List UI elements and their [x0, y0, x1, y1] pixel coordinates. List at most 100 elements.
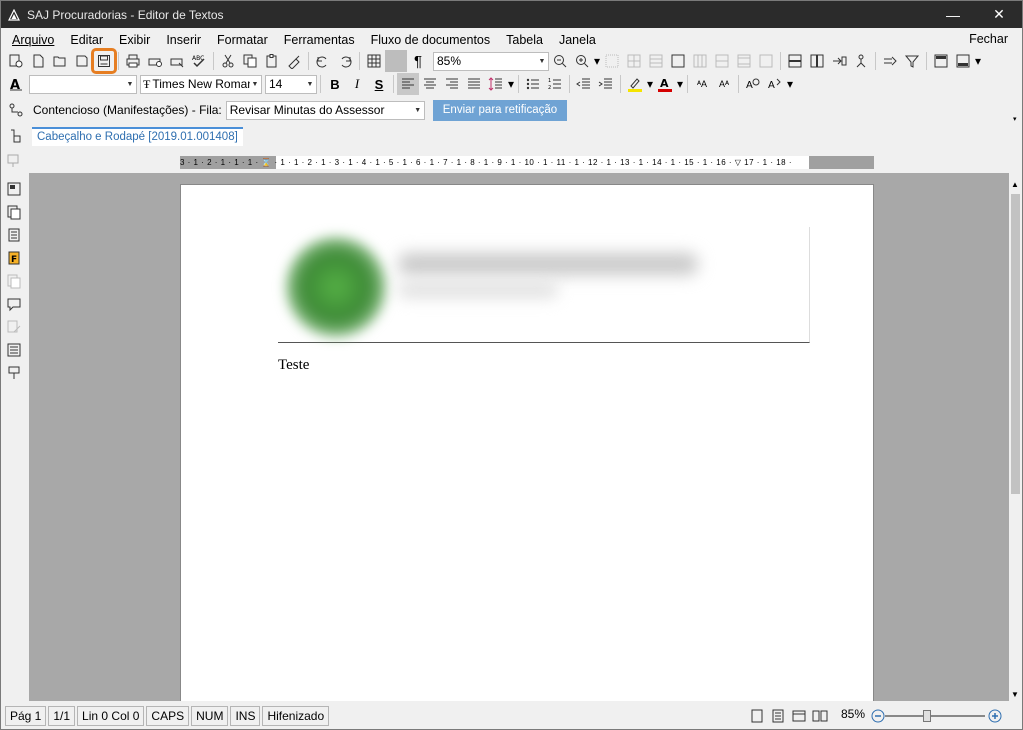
align-left-icon[interactable]	[397, 73, 419, 95]
forward-icon[interactable]	[879, 50, 901, 72]
zoom-options-icon[interactable]: ▾	[593, 50, 601, 72]
bullet-list-icon[interactable]	[522, 73, 544, 95]
style-icon[interactable]: A	[5, 73, 27, 95]
align-center-icon[interactable]	[419, 73, 441, 95]
view-two-pages-icon[interactable]	[809, 705, 831, 727]
header-footer-icon[interactable]	[930, 50, 952, 72]
open-folder-icon[interactable]	[49, 50, 71, 72]
insert-field-icon[interactable]	[828, 50, 850, 72]
document-page[interactable]: Teste	[180, 184, 874, 701]
zoom-out-icon[interactable]	[549, 50, 571, 72]
zoom-in-button[interactable]	[984, 705, 1006, 727]
close-window-button[interactable]: ✕	[976, 1, 1022, 28]
new-from-template-icon[interactable]	[5, 50, 27, 72]
increase-indent-icon[interactable]	[595, 73, 617, 95]
text-document-icon[interactable]	[3, 224, 25, 246]
font-size-combo[interactable]: 14 ▼	[265, 74, 317, 94]
decrease-indent-icon[interactable]	[573, 73, 595, 95]
menu-arquivo[interactable]: Arquivo	[1, 33, 62, 47]
redo-icon[interactable]	[334, 50, 356, 72]
font-color-icon[interactable]: A	[654, 73, 676, 95]
grow-font-icon[interactable]: Aᴬ	[713, 73, 735, 95]
font-combo[interactable]: Ŧ Times New Roman ▼	[140, 74, 262, 94]
spell-check-icon[interactable]: ABC	[188, 50, 210, 72]
save-button[interactable]	[91, 48, 117, 74]
page-header[interactable]	[278, 227, 810, 343]
table-split-icon[interactable]	[733, 50, 755, 72]
table-merge-icon[interactable]	[711, 50, 733, 72]
menu-ferramentas[interactable]: Ferramentas	[276, 33, 363, 47]
highlight-color-icon[interactable]	[624, 73, 646, 95]
menu-inserir[interactable]: Inserir	[158, 33, 209, 47]
replace-icon[interactable]: A	[764, 73, 786, 95]
tab-header-footer[interactable]: Cabeçalho e Rodapé [2019.01.001408]	[32, 127, 243, 146]
bold-button[interactable]: B	[324, 73, 346, 95]
undo-icon[interactable]	[312, 50, 334, 72]
menu-editar[interactable]: Editar	[62, 33, 111, 47]
open-icon[interactable]	[71, 50, 93, 72]
menu-janela[interactable]: Janela	[551, 33, 604, 47]
copies-icon[interactable]	[3, 270, 25, 292]
table-border-icon[interactable]	[667, 50, 689, 72]
menu-formatar[interactable]: Formatar	[209, 33, 276, 47]
horizontal-ruler[interactable]: 3 · 1 · 2 · 1 · 1 · 1 · ⌛ · 1 · 1 · 2 · …	[29, 153, 1009, 173]
numbered-list-icon[interactable]: 12	[544, 73, 566, 95]
view-web-icon[interactable]	[788, 705, 810, 727]
split-vertical-icon[interactable]	[806, 50, 828, 72]
menu-fluxo-documentos[interactable]: Fluxo de documentos	[363, 33, 499, 47]
table-rows-icon[interactable]	[645, 50, 667, 72]
form-icon[interactable]: F	[3, 247, 25, 269]
zoom-slider-knob[interactable]	[923, 710, 931, 722]
view-draft-icon[interactable]	[767, 705, 789, 727]
line-spacing-icon[interactable]	[485, 73, 507, 95]
zoom-in-icon[interactable]	[571, 50, 593, 72]
style-combo[interactable]: ▼	[29, 74, 137, 94]
toolbar-overflow-icon[interactable]: ▾	[786, 73, 794, 95]
cut-icon[interactable]	[217, 50, 239, 72]
align-right-icon[interactable]	[441, 73, 463, 95]
edit-document-icon[interactable]	[3, 316, 25, 338]
table-grid-icon[interactable]	[601, 50, 623, 72]
print-preview-icon[interactable]	[144, 50, 166, 72]
new-document-icon[interactable]	[27, 50, 49, 72]
minimize-button[interactable]: —	[930, 1, 976, 28]
italic-button[interactable]: I	[346, 73, 368, 95]
table-insert-icon[interactable]	[623, 50, 645, 72]
structure-icon[interactable]	[850, 50, 872, 72]
zoom-slider[interactable]	[885, 715, 985, 717]
frame-icon[interactable]	[385, 50, 407, 72]
page-layout-icon[interactable]	[952, 50, 974, 72]
close-document-menu[interactable]: Fechar	[969, 32, 1008, 46]
menu-tabela[interactable]: Tabela	[498, 33, 551, 47]
print-icon[interactable]	[122, 50, 144, 72]
comment-icon[interactable]	[3, 293, 25, 315]
find-icon[interactable]: A	[742, 73, 764, 95]
underline-button[interactable]: S	[368, 73, 390, 95]
toolbar-overflow-icon[interactable]: ▾	[1013, 115, 1017, 123]
chevron-down-icon[interactable]: ▾	[646, 73, 654, 95]
paste-icon[interactable]	[261, 50, 283, 72]
documents-icon[interactable]	[3, 201, 25, 223]
chevron-down-icon[interactable]: ▾	[676, 73, 684, 95]
filter-icon[interactable]	[901, 50, 923, 72]
insert-image-icon[interactable]	[3, 150, 25, 172]
insert-table-icon[interactable]	[363, 50, 385, 72]
scroll-thumb[interactable]	[1011, 194, 1020, 494]
format-painter-icon[interactable]	[283, 50, 305, 72]
template-icon[interactable]	[3, 178, 25, 200]
body-text[interactable]: Teste	[278, 357, 309, 374]
send-for-rectification-button[interactable]: Enviar para retificação	[432, 99, 568, 121]
print-setup-icon[interactable]	[166, 50, 188, 72]
split-horizontal-icon[interactable]	[784, 50, 806, 72]
vertical-scrollbar[interactable]: ▲ ▼	[1009, 178, 1022, 701]
pilcrow-icon[interactable]: ¶	[407, 50, 429, 72]
queue-combo[interactable]: Revisar Minutas do Assessor ▼	[225, 100, 425, 120]
view-page-icon[interactable]	[746, 705, 768, 727]
align-justify-icon[interactable]	[463, 73, 485, 95]
shrink-font-icon[interactable]: ᴬA	[691, 73, 713, 95]
zoom-combo[interactable]: 85% ▼	[433, 51, 549, 71]
touch-pointer-icon[interactable]	[5, 125, 27, 147]
document-list-icon[interactable]	[3, 339, 25, 361]
table-delete-icon[interactable]	[755, 50, 777, 72]
toolbar-overflow-icon[interactable]: ▾	[974, 50, 982, 72]
